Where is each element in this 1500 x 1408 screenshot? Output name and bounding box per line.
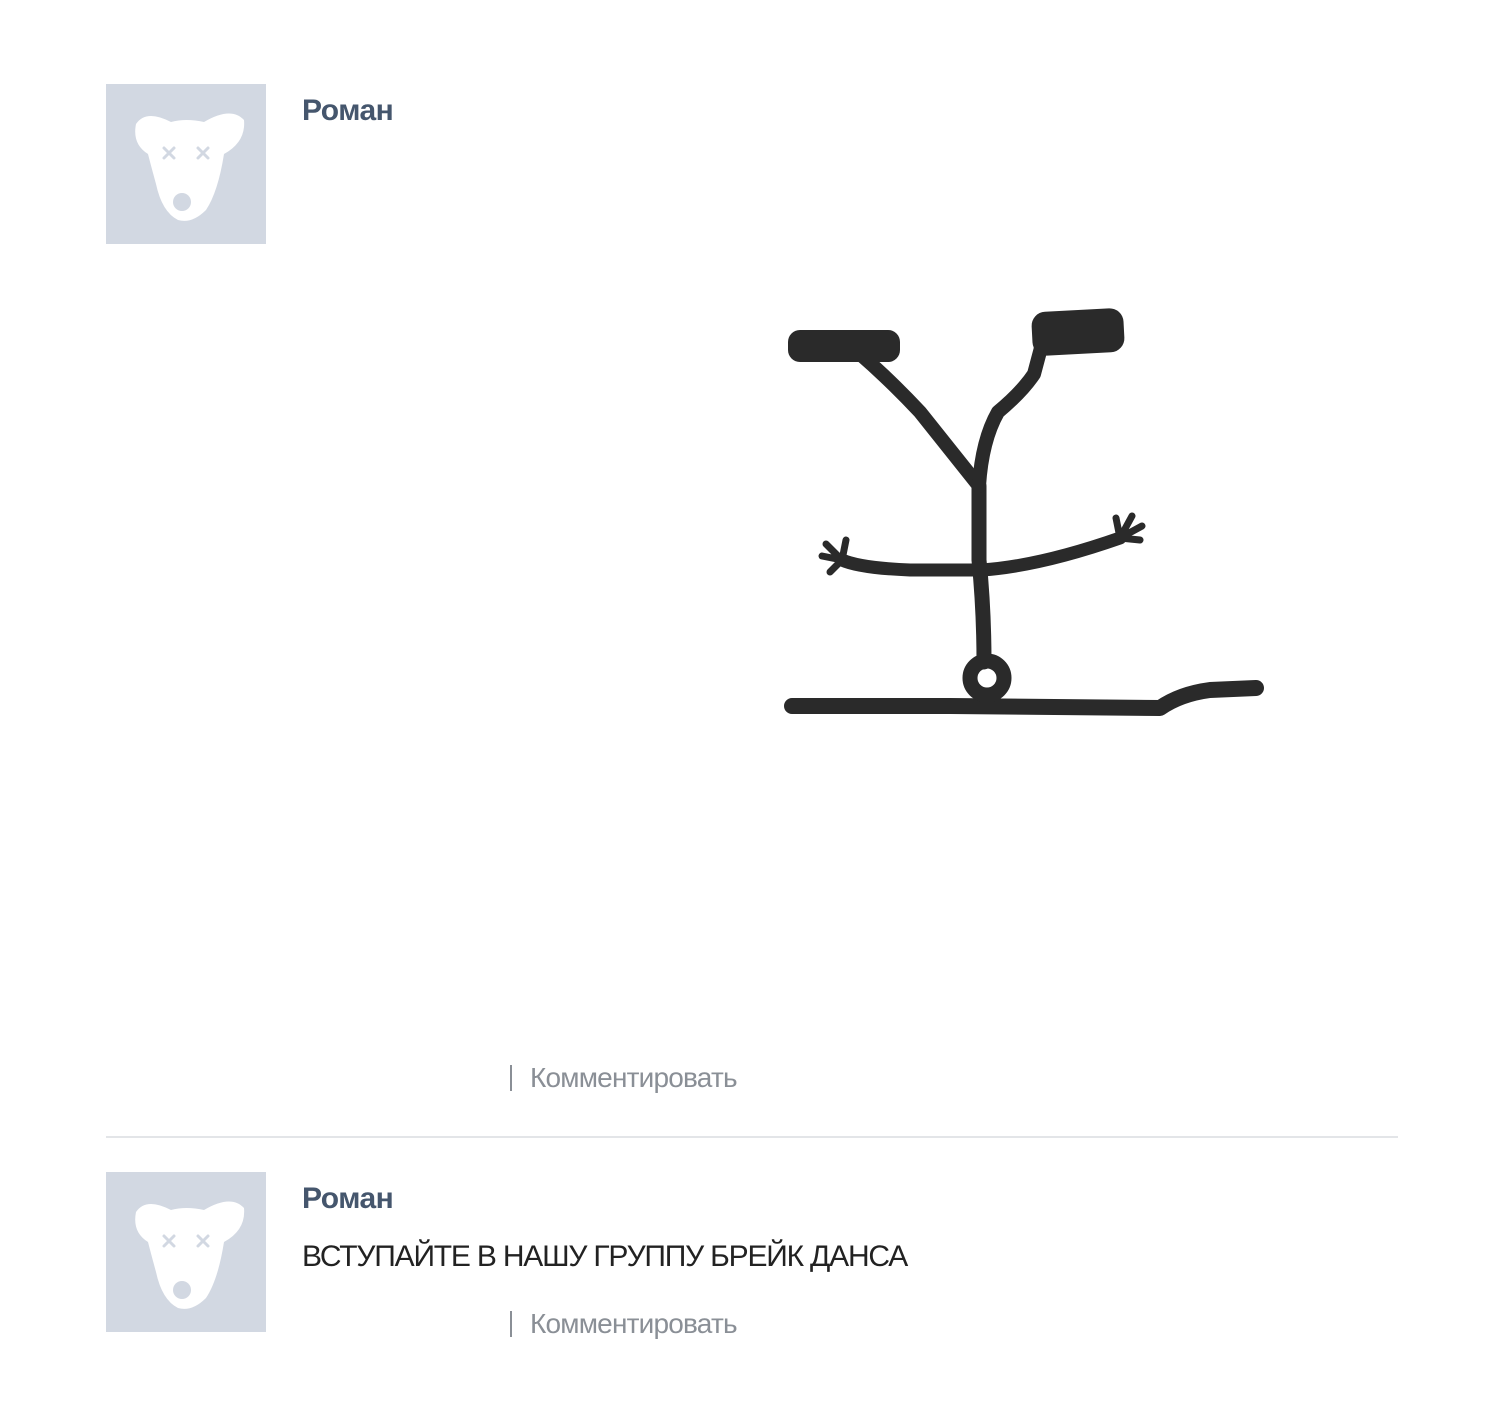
post-footer: Комментировать — [510, 1308, 738, 1340]
post-text: ВСТУПАЙТЕ В НАШУ ГРУППУ БРЕЙК ДАНСА — [302, 1240, 908, 1273]
comment-link[interactable]: Комментировать — [530, 1308, 738, 1339]
footer-separator — [510, 1311, 512, 1337]
default-dog-avatar-icon — [106, 1172, 266, 1332]
post-author-name[interactable]: Роман — [302, 1182, 394, 1216]
author-avatar[interactable] — [106, 1172, 266, 1332]
wall-post-2: Роман ВСТУПАЙТЕ В НАШУ ГРУППУ БРЕЙК ДАНС… — [0, 0, 1500, 1408]
